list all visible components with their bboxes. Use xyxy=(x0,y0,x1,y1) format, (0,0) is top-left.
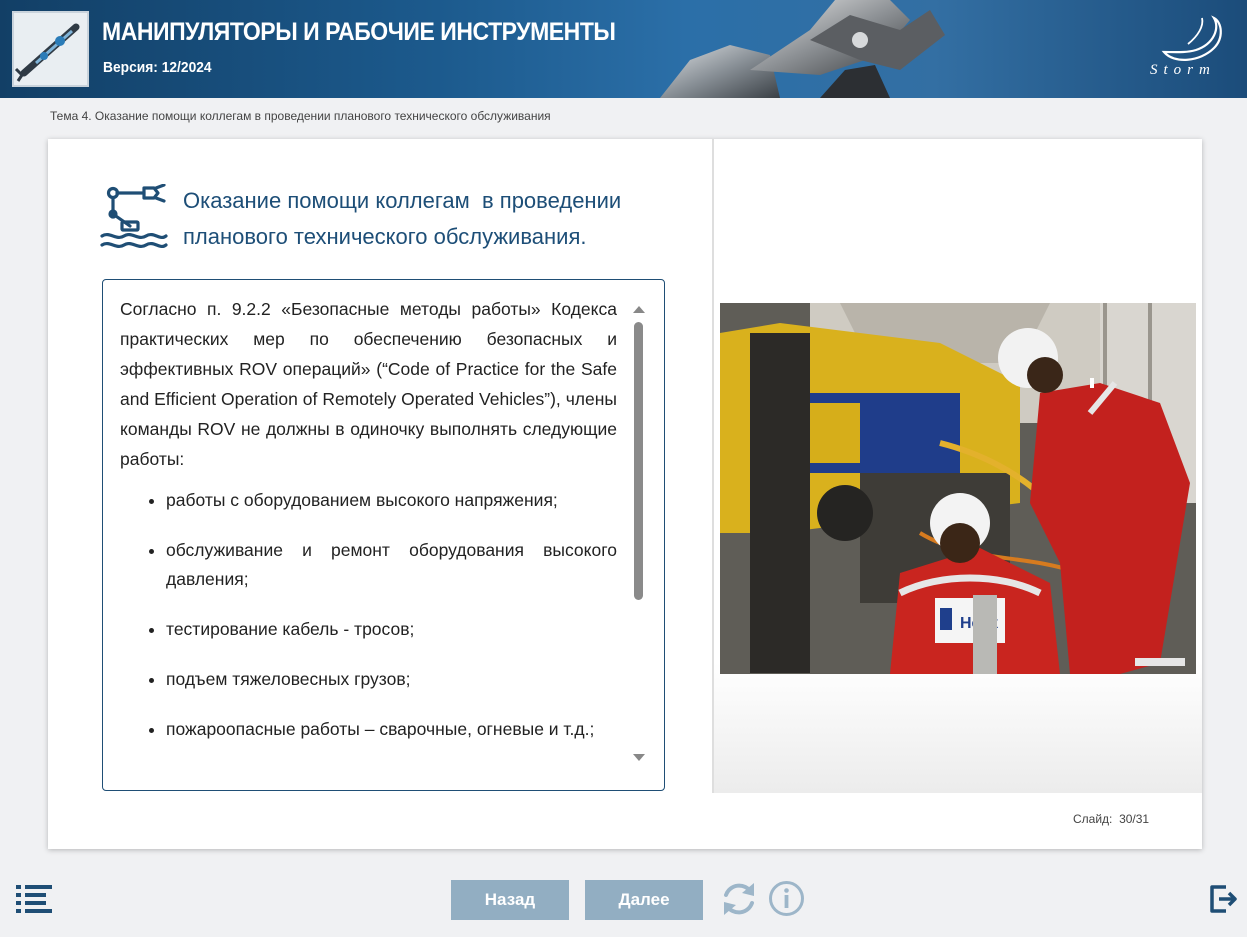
reload-icon[interactable] xyxy=(720,879,758,919)
content-text-box[interactable]: Согласно п. 9.2.2 «Безопасные методы раб… xyxy=(102,279,665,791)
scroll-down-arrow-icon[interactable] xyxy=(633,754,645,761)
bullet-item: работы с оборудованием высокого напряжен… xyxy=(166,486,617,515)
slide-counter-label: Слайд: xyxy=(1073,812,1113,826)
bullet-item: подъем тяжеловесных грузов; xyxy=(166,665,617,694)
storm-logo-text: Storm xyxy=(1150,62,1216,78)
content-scrollbar[interactable] xyxy=(630,300,648,772)
bullet-item: тестирование кабель - тросов; xyxy=(166,615,617,644)
menu-list-icon[interactable] xyxy=(14,883,54,913)
manipulator-header-graphic xyxy=(660,0,945,98)
slide-title: Оказание помощи коллегам в проведении пл… xyxy=(183,183,673,255)
slide-title-line1: Оказание помощи коллегам в проведении xyxy=(183,188,622,213)
app-version: Версия: 12/2024 xyxy=(103,59,212,76)
bullet-item: обслуживание и ремонт оборудования высок… xyxy=(166,536,617,594)
next-button[interactable]: Далее xyxy=(585,880,703,920)
slide-title-line2: планового технического обслуживания. xyxy=(183,224,587,249)
slide-counter: Слайд: 30/31 xyxy=(1073,812,1149,826)
content-bullet-list: работы с оборудованием высокого напряжен… xyxy=(120,486,617,744)
scroll-thumb[interactable] xyxy=(634,322,643,600)
app-title: МАНИПУЛЯТОРЫ И РАБОЧИЕ ИНСТРУМЕНТЫ xyxy=(102,18,616,46)
course-thumbnail xyxy=(12,11,89,87)
scroll-up-arrow-icon[interactable] xyxy=(633,306,645,313)
rov-maintenance-photo: Helix xyxy=(720,303,1196,674)
content-paragraph: Согласно п. 9.2.2 «Безопасные методы раб… xyxy=(120,299,617,469)
robot-arm-over-water-icon xyxy=(100,184,168,249)
slide-counter-value: 30/31 xyxy=(1119,812,1150,826)
app-header: МАНИПУЛЯТОРЫ И РАБОЧИЕ ИНСТРУМЕНТЫ Верси… xyxy=(0,0,1247,98)
bullet-item: пожароопасные работы – сварочные, огневы… xyxy=(166,715,617,744)
back-button[interactable]: Назад xyxy=(451,880,569,920)
rov-manipulator-thumbnail-icon xyxy=(14,13,87,85)
content-scroll-area[interactable]: Согласно п. 9.2.2 «Безопасные методы раб… xyxy=(120,294,617,776)
info-icon[interactable] xyxy=(768,880,805,917)
exit-icon[interactable] xyxy=(1208,883,1240,915)
breadcrumb: Тема 4. Оказание помощи коллегам в прове… xyxy=(50,109,551,123)
